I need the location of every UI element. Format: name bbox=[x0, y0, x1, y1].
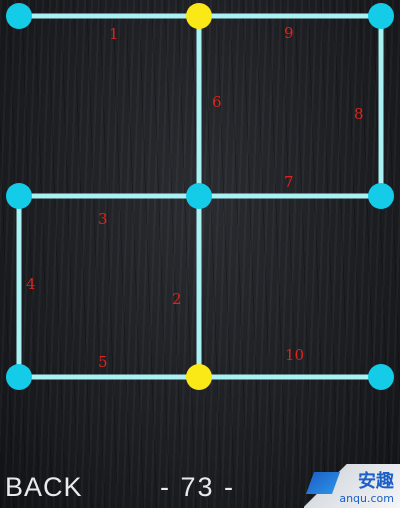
node-top-left[interactable] bbox=[6, 3, 32, 29]
watermark-domain: anqu.com bbox=[339, 492, 394, 505]
watermark-logo: 安趣 anqu.com bbox=[304, 464, 400, 508]
edge-label-8: 8 bbox=[354, 105, 364, 123]
level-number: - 73 - bbox=[160, 472, 236, 502]
edge-label-10: 10 bbox=[285, 346, 304, 364]
flag-icon bbox=[305, 472, 341, 494]
node-bottom-middle-start[interactable] bbox=[186, 364, 212, 390]
node-middle-right[interactable] bbox=[368, 183, 394, 209]
node-middle-left[interactable] bbox=[6, 183, 32, 209]
node-bottom-left[interactable] bbox=[6, 364, 32, 390]
back-button[interactable]: BACK bbox=[5, 472, 83, 503]
node-center[interactable] bbox=[186, 183, 212, 209]
node-top-right[interactable] bbox=[368, 3, 394, 29]
edge-label-7: 7 bbox=[284, 173, 294, 191]
edge-label-3: 3 bbox=[98, 210, 108, 228]
edge-label-1: 1 bbox=[109, 25, 119, 43]
edge-label-6: 6 bbox=[212, 93, 222, 111]
edge-label-2: 2 bbox=[172, 290, 182, 308]
edge-label-4: 4 bbox=[26, 275, 36, 293]
watermark-title: 安趣 bbox=[358, 471, 394, 492]
puzzle-graph[interactable]: 1 2 3 4 5 6 7 8 9 10 bbox=[0, 0, 400, 508]
edge-label-9: 9 bbox=[284, 24, 294, 42]
edge-label-5: 5 bbox=[98, 353, 108, 371]
node-bottom-right[interactable] bbox=[368, 364, 394, 390]
node-top-middle-start[interactable] bbox=[186, 3, 212, 29]
